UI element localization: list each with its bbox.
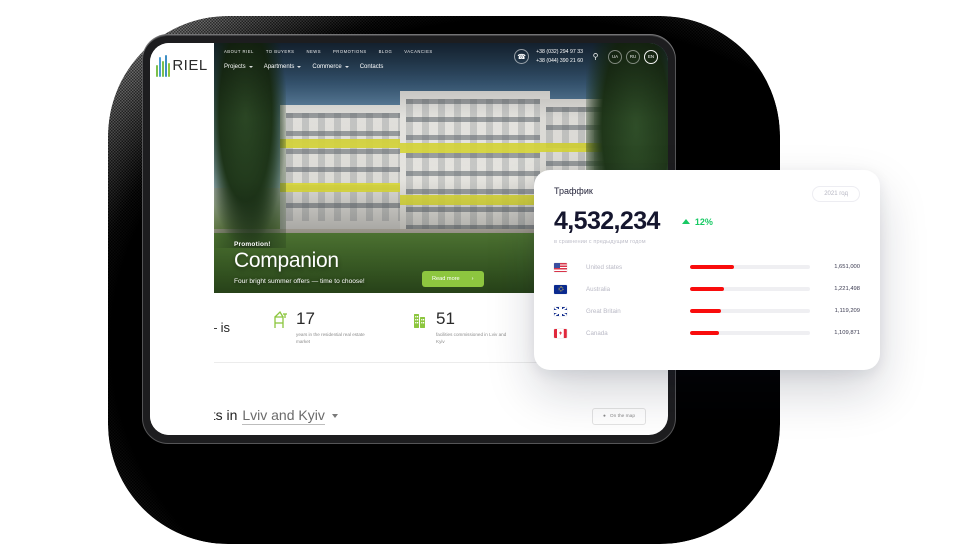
read-more-label: Read more [432,276,460,282]
header-right-tools: ☎ +38 (032) 294 97 33 +38 (044) 390 21 6… [514,49,658,64]
promo-subtitle: Four bright summer offers — time to choo… [234,277,365,285]
header-phones[interactable]: +38 (032) 294 97 33 +38 (044) 390 21 60 [536,49,583,64]
arrow-up-icon [681,219,690,224]
phone-number-primary[interactable]: +38 (032) 294 97 33 [536,49,583,56]
phone-number-secondary[interactable]: +38 (044) 390 21 60 [536,58,583,65]
au-flag-icon [554,284,567,294]
buildings-icon [412,310,429,329]
stat-years-text: years in the residential real estate mar… [296,331,365,344]
traffic-card: Траффик 2021 год 4,532,234 12% в сравнен… [534,170,880,370]
on-the-map-button[interactable]: ● On the map [592,407,646,425]
stat-facilities-number: 51 [436,308,455,328]
projects-city-selector[interactable]: Lviv and Kyiv [242,407,325,425]
left-white-rail [150,88,214,435]
hero-promo-copy: Promotion! Companion Four bright summer … [234,241,365,285]
gb-flag-icon [554,306,567,316]
country-progress-bar [690,287,810,291]
chevron-right-icon: › [471,276,474,282]
projects-strip: Projects in Lviv and Kyiv ● On the map [150,397,668,435]
country-progress-bar [690,309,810,313]
nav-item-projects-label: Projects [224,64,246,70]
country-value: 1,221,498 [834,286,860,292]
traffic-delta: 12% [681,216,713,227]
us-flag-icon [554,262,567,272]
pin-icon: ● [603,413,606,419]
table-row[interactable]: United states 1,651,000 [554,256,860,278]
promo-kicker: Promotion! [234,241,271,248]
country-name: United states [586,263,623,271]
stat-facilities-text: facilities commissioned in Lviv and Kyiv [436,331,507,344]
chevron-down-icon [344,66,349,68]
country-value: 1,109,871 [834,330,860,336]
read-more-button[interactable]: Read more › [422,271,484,287]
main-nav: Projects Apartments Commerce Contacts [224,64,383,70]
stat-item-facilities: 51 facilities commissioned in Lviv and K… [412,310,510,345]
search-icon[interactable]: ⚲ [590,51,601,62]
country-value: 1,119,209 [834,308,860,314]
utility-nav-item-to-buyers[interactable]: TO BUYERS [266,49,295,54]
utility-nav-item-about[interactable]: ABOUT RIEL [224,49,254,54]
table-row[interactable]: Australia 1,221,498 [554,278,860,300]
country-rows: United states 1,651,000 Australia 1,221,… [554,256,860,344]
traffic-compare-label: в сравнении с предыдущим годом [554,239,646,245]
nav-item-projects[interactable]: Projects [224,64,253,70]
nav-item-contacts-label: Contacts [359,64,384,70]
utility-nav-item-news[interactable]: NEWS [306,49,321,54]
year-filter-badge[interactable]: 2021 год [812,186,860,202]
traffic-card-title: Траффик [554,186,593,196]
screenshot-stage: RIEL ABOUT RIEL TO BUYERS NEWS PROMOTION… [0,0,960,560]
chevron-down-icon [297,66,302,68]
utility-nav-item-blog[interactable]: BLOG [379,49,393,54]
promo-title: Companion [234,249,339,272]
lang-option-ua[interactable]: UA [608,49,622,64]
country-name: Canada [586,329,608,337]
chevron-down-icon[interactable] [331,414,338,418]
traffic-card-header: Траффик 2021 год [554,186,860,202]
country-progress-bar [690,265,810,269]
language-switcher: UA RU EN [608,49,658,64]
ca-flag-icon [554,328,567,338]
country-progress-bar [690,331,810,335]
country-name: Great Britain [586,307,621,315]
stat-item-years: 17 years in the residential real estate … [272,310,370,345]
chevron-down-icon [248,66,253,68]
lang-option-ru[interactable]: RU [626,49,640,64]
country-value: 1,651,000 [834,264,860,270]
nav-item-apartments[interactable]: Apartments [264,64,302,70]
utility-nav-item-vacancies[interactable]: VACANCIES [404,49,432,54]
site-header-nav: ABOUT RIEL TO BUYERS NEWS PROMOTIONS BLO… [214,43,668,88]
nav-item-commerce-label: Commerce [312,64,342,70]
stat-years-number: 17 [296,308,315,328]
logo-panel[interactable]: RIEL [150,43,214,88]
phone-icon: ☎ [514,49,530,64]
crane-icon [272,310,289,329]
utility-nav-item-promotions[interactable]: PROMOTIONS [333,49,367,54]
riel-logo-icon [156,54,171,77]
table-row[interactable]: Great Britain 1,119,209 [554,300,860,322]
traffic-delta-value: 12% [694,216,713,227]
on-the-map-label: On the map [609,413,635,419]
utility-nav: ABOUT RIEL TO BUYERS NEWS PROMOTIONS BLO… [224,49,433,54]
lang-option-en[interactable]: EN [644,49,658,64]
table-row[interactable]: Canada 1,109,871 [554,322,860,344]
traffic-total-value: 4,532,234 [554,207,660,235]
traffic-total-row: 4,532,234 12% [554,209,860,234]
logo-wordmark: RIEL [172,57,208,74]
nav-item-contacts[interactable]: Contacts [360,64,384,70]
nav-item-apartments-label: Apartments [263,64,295,70]
riel-logo[interactable]: RIEL [156,54,208,77]
country-name: Australia [586,285,611,293]
nav-item-commerce[interactable]: Commerce [312,64,349,70]
